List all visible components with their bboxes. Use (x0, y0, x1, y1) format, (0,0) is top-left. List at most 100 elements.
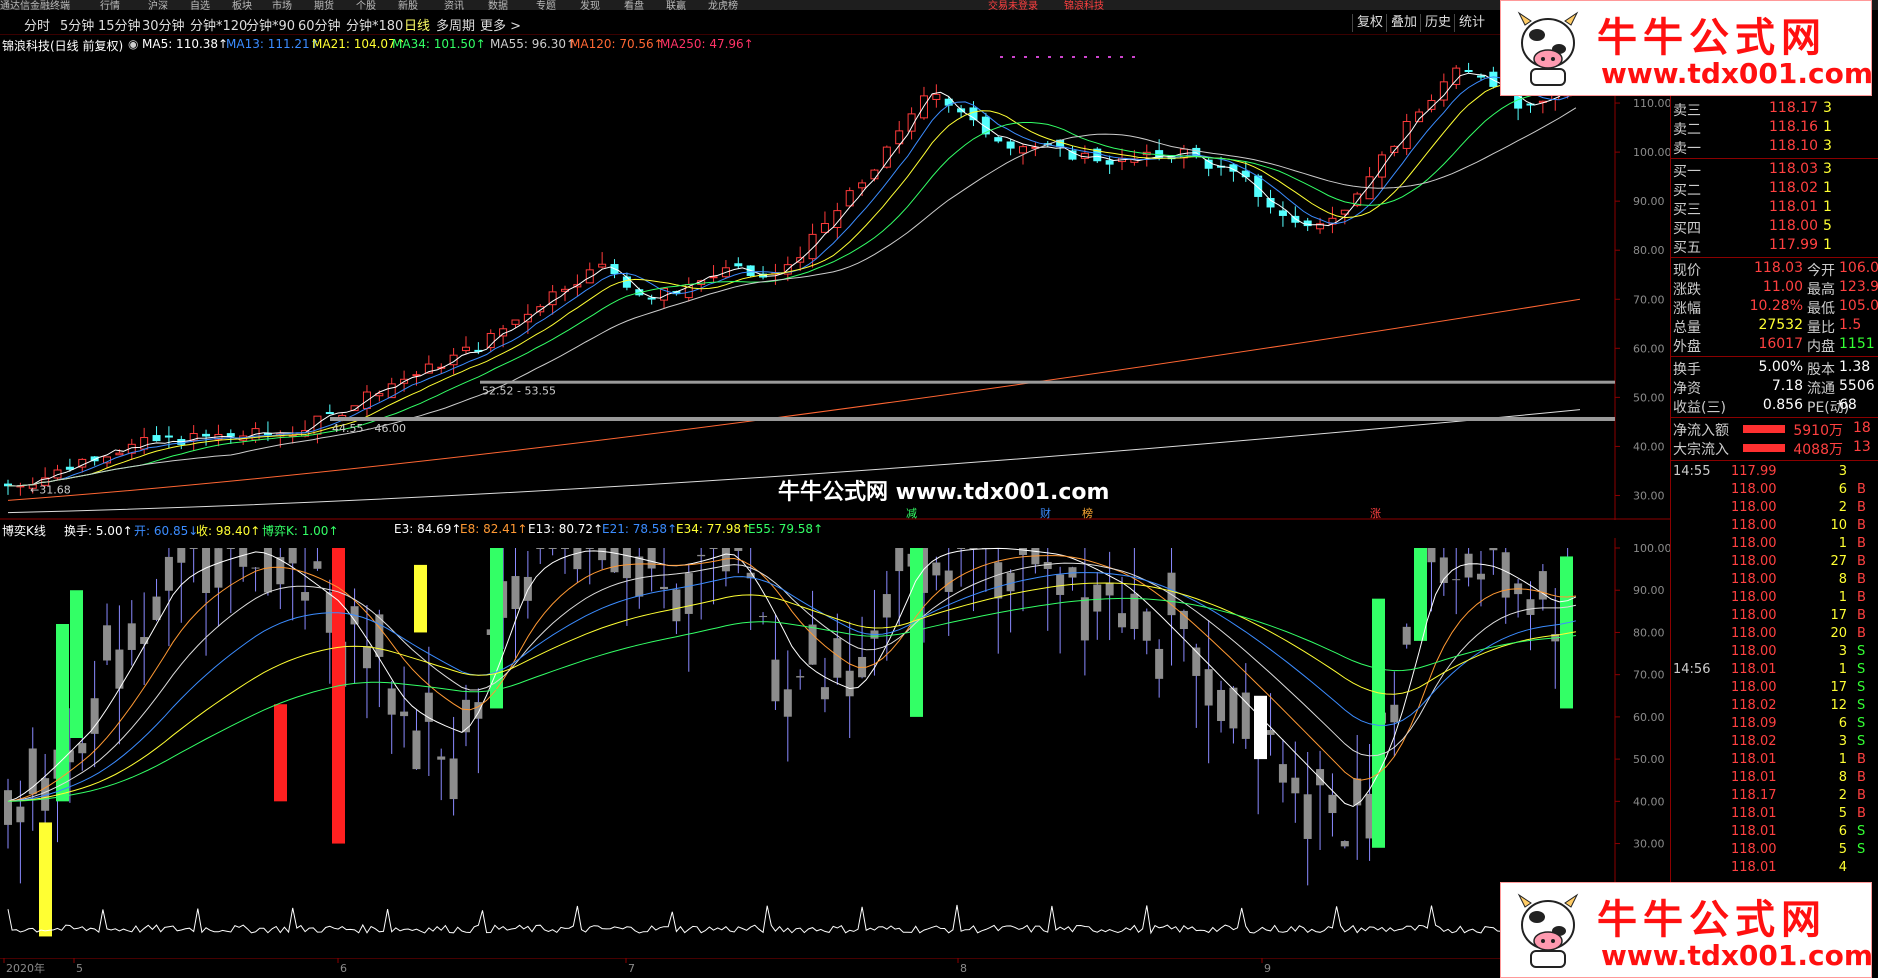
period-tab[interactable]: 5分钟 (60, 15, 94, 34)
tick-volume: 8 (1838, 572, 1847, 587)
candle-body (1452, 67, 1461, 85)
x-tick-label: 5 (76, 962, 83, 975)
tick-volume: 5 (1838, 806, 1847, 821)
period-tab[interactable]: 更多 > (480, 15, 521, 34)
period-tab[interactable]: 15分钟 (98, 15, 141, 34)
candle-body (808, 233, 817, 260)
bojk-body (1427, 548, 1436, 563)
main-chart[interactable]: 110.00 100.00 90.00 80.00 70.00 60.00 50.00 40.… (0, 54, 1670, 520)
candle-body (647, 297, 656, 300)
toolbar-button[interactable]: 叠加 (1386, 14, 1421, 32)
bojk-body (1303, 794, 1312, 839)
period-tab[interactable]: 分时 (24, 15, 50, 34)
bojk-body (461, 699, 470, 733)
tick-price: 118.01 (1731, 770, 1777, 785)
menu-item[interactable]: 市场 (272, 0, 292, 10)
period-tab[interactable]: 30分钟 (142, 15, 185, 34)
sub-chart[interactable]: 100.00 90.00 80.00 70.00 60.00 50.00 40.00 30.0… (0, 538, 1670, 958)
stat-row: 净资 7.18 流通 5506 (1673, 378, 1878, 397)
bojk-body (573, 548, 582, 570)
bojk-body (288, 548, 297, 564)
period-tab[interactable]: 分钟*180 (346, 15, 403, 34)
tick-row: 118.02 12 S (1673, 698, 1878, 716)
quote-label: 买二 (1673, 183, 1701, 199)
bojk-body (1390, 704, 1399, 723)
candle-body (1489, 71, 1498, 87)
y-tick-label: 100.00 (1633, 146, 1670, 159)
dot-marker (1048, 56, 1051, 58)
toggle-circle-icon[interactable]: ◉ (128, 37, 138, 51)
period-tab[interactable]: 60分钟 (298, 15, 341, 34)
tick-price: 118.17 (1731, 788, 1777, 803)
tick-side: S (1857, 716, 1866, 731)
event-marker[interactable]: 财 (1040, 506, 1051, 520)
menu-item[interactable]: 期货 (314, 0, 334, 10)
quote-label: 买五 (1673, 240, 1701, 256)
menu-item[interactable]: 自选 (190, 0, 210, 10)
candle-body (598, 263, 607, 268)
stat-value: 123.9 (1839, 279, 1878, 295)
stat-row: 收益(三) 0.856 PE(动) 68 (1673, 397, 1878, 416)
candle-body (1464, 70, 1473, 73)
period-tab[interactable]: 日线 (404, 15, 430, 34)
y-tick-label: 60.00 (1633, 342, 1665, 355)
indicator-value: E55: 79.58↑ (748, 522, 824, 536)
flow-value: 4088万 (1793, 442, 1843, 458)
tick-volume: 6 (1838, 824, 1847, 839)
menu-item[interactable]: 发现 (580, 0, 600, 10)
candle-body (115, 452, 124, 456)
menu-item[interactable]: 个股 (356, 0, 376, 10)
y-tick-label: 110.00 (1633, 97, 1670, 110)
stat-value: 5506 (1839, 378, 1875, 394)
toolbar-button[interactable]: 统计 (1454, 14, 1489, 32)
buy-quote-row: 买五 117.99 1 (1673, 237, 1877, 256)
tick-price: 118.09 (1731, 716, 1777, 731)
bojk-body (16, 806, 25, 823)
quote-volume: 5 (1823, 218, 1832, 234)
period-tab[interactable]: 多周期 (436, 15, 475, 34)
flow-value: 5910万 (1793, 423, 1843, 439)
tick-price: 118.00 (1731, 536, 1777, 551)
menu-item[interactable]: 板块 (232, 0, 252, 10)
event-marker[interactable]: 涨 (1370, 507, 1381, 520)
bojk-body (412, 730, 421, 770)
period-tab[interactable]: 分钟*90 (246, 15, 295, 34)
menu-item[interactable]: 龙虎榜 (708, 0, 738, 10)
toolbar-button[interactable]: 复权 (1352, 14, 1387, 32)
stat-label: 涨跌 (1673, 282, 1701, 298)
bojk-body (1155, 648, 1164, 679)
flow-row: 净流入额 5910万 18 (1673, 420, 1878, 439)
toolbar-button[interactable]: 历史 (1420, 14, 1455, 32)
indicator-value: E8: 82.41↑ (460, 522, 528, 536)
menu-item[interactable]: 资讯 (444, 0, 464, 10)
bojk-body (684, 573, 693, 614)
x-tick-label: 2020年 (6, 961, 45, 975)
bojk-body (1402, 626, 1411, 645)
stat-label: 现价 (1673, 263, 1701, 279)
menu-item[interactable]: 沪深 (148, 0, 168, 10)
flow-extra: 18 (1853, 420, 1871, 436)
tick-volume: 12 (1830, 698, 1847, 713)
menu-item[interactable]: 通达信金融终端 (0, 0, 70, 10)
menu-item[interactable]: 专题 (536, 0, 556, 10)
period-tab[interactable]: 分钟*120 (190, 15, 247, 34)
bojk-body (1217, 689, 1226, 721)
tick-price: 118.00 (1731, 644, 1777, 659)
menu-item[interactable]: 联赢 (666, 0, 686, 10)
event-marker[interactable]: 减 (906, 507, 917, 520)
signal-bar (414, 564, 427, 633)
menu-item[interactable]: 新股 (398, 0, 418, 10)
quote-price: 118.00 (1769, 218, 1818, 234)
menu-item[interactable]: 看盘 (624, 0, 644, 10)
ma-value: MA55: 96.30↑ (490, 37, 577, 51)
bojk-body (994, 562, 1003, 599)
menu-item[interactable]: 数据 (488, 0, 508, 10)
tick-volume: 3 (1838, 464, 1847, 479)
menu-item[interactable]: 行情 (100, 0, 120, 10)
event-marker[interactable]: 榜 (1082, 506, 1093, 520)
bojk-body (189, 548, 198, 549)
tick-row: 118.00 17 B (1673, 608, 1878, 626)
candle-body (1006, 141, 1015, 149)
dot-marker (1012, 56, 1015, 58)
bojk-body (1018, 548, 1027, 555)
